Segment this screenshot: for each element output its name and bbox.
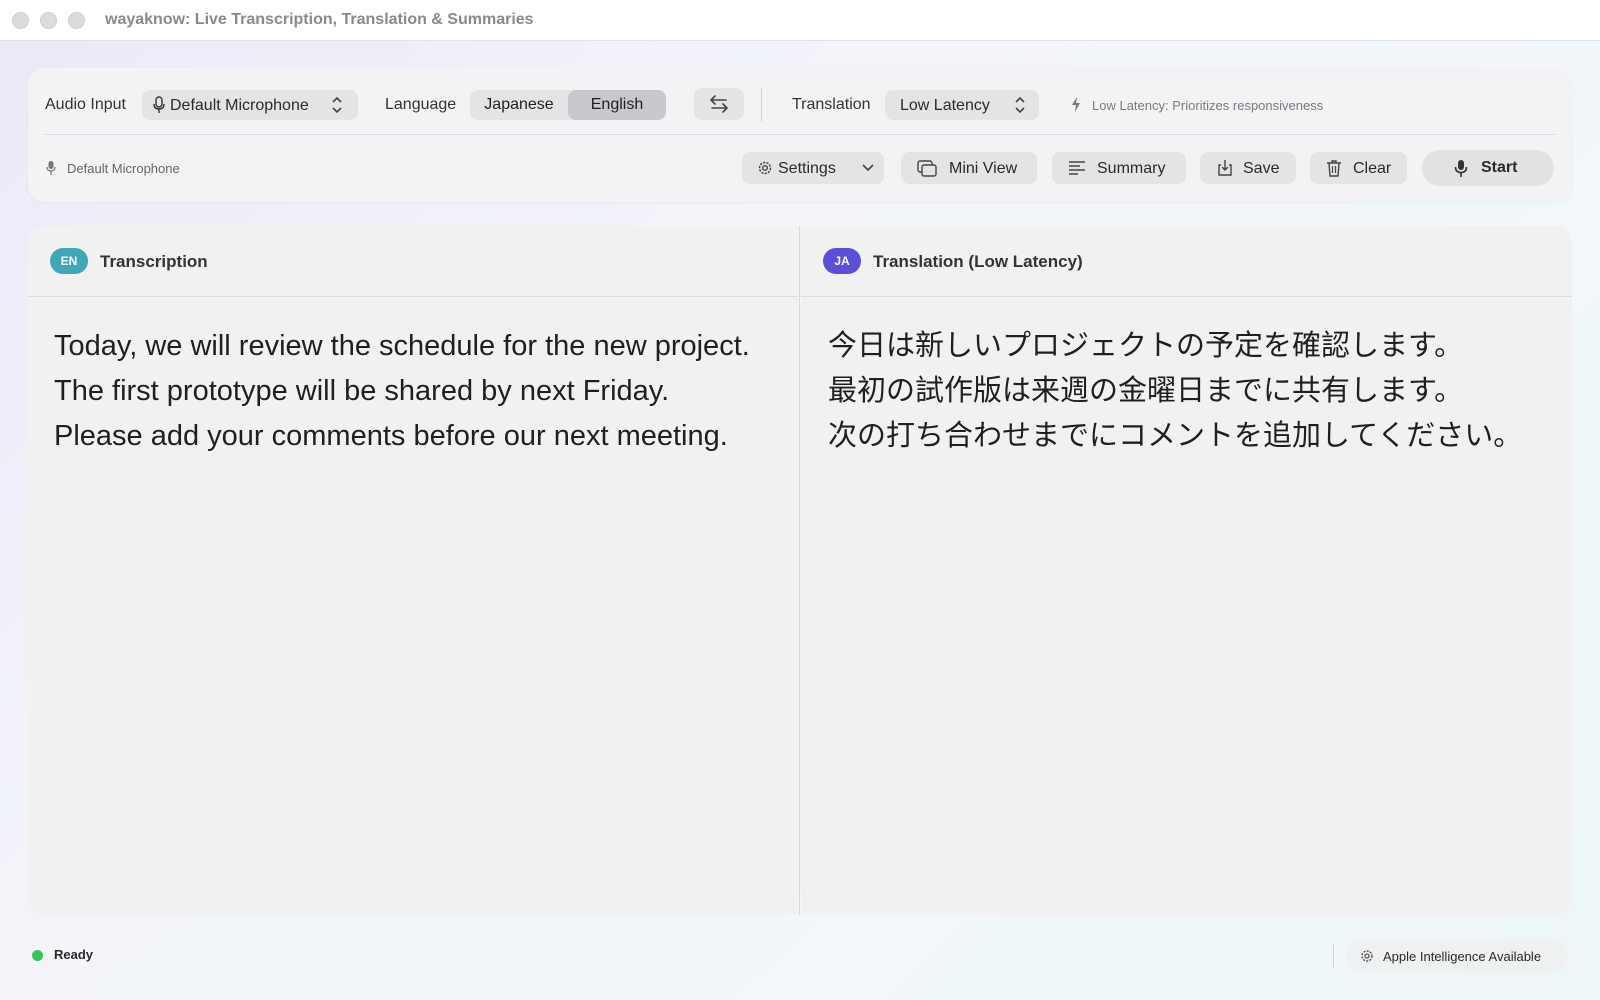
toolbar-row-actions: Default Microphone Settings Mini View Su… xyxy=(28,150,1572,186)
panel-divider[interactable] xyxy=(799,226,800,915)
translation-line: 次の打ち合わせまでにコメントを追加してください。 xyxy=(828,420,1523,452)
audio-input-select[interactable]: Default Microphone xyxy=(142,90,358,120)
settings-button-label: Settings xyxy=(778,160,836,177)
language-badge-en: EN xyxy=(50,248,88,274)
microphone-status-text: Default Microphone xyxy=(67,161,180,176)
control-toolbar: Audio Input Default Microphone Language … xyxy=(28,68,1572,202)
apple-intelligence-text: Apple Intelligence Available xyxy=(1383,949,1542,964)
toolbar-divider xyxy=(44,134,1556,135)
transcription-panel: EN Transcription Today, we will review t… xyxy=(28,226,798,915)
translation-hint-text: Low Latency: Prioritizes responsiveness xyxy=(1092,98,1324,113)
transcript-line: Today, we will review the schedule for t… xyxy=(54,330,750,362)
trash-icon xyxy=(1327,160,1341,177)
translation-header: JA Translation (Low Latency) xyxy=(801,226,1572,297)
language-option-english[interactable]: English xyxy=(568,90,666,120)
microphone-icon xyxy=(1454,160,1468,177)
translation-mode-select[interactable]: Low Latency xyxy=(885,90,1039,120)
lightning-icon xyxy=(1072,97,1080,112)
audio-input-label: Audio Input xyxy=(45,96,126,113)
language-label: Language xyxy=(385,96,457,113)
window-titlebar: wayaknow: Live Transcription, Translatio… xyxy=(0,0,1600,41)
window-zoom-button[interactable] xyxy=(68,12,85,29)
up-down-chevron-icon xyxy=(1015,96,1025,114)
settings-button[interactable]: Settings xyxy=(742,152,884,184)
audio-input-value: Default Microphone xyxy=(170,97,309,114)
summary-button-label: Summary xyxy=(1097,160,1166,177)
clear-button-label: Clear xyxy=(1353,160,1392,177)
microphone-icon xyxy=(153,96,165,113)
transcript-line: The first prototype will be shared by ne… xyxy=(54,375,670,407)
translation-mode-value: Low Latency xyxy=(900,97,990,114)
transcription-header: EN Transcription xyxy=(28,226,798,297)
language-badge-ja: JA xyxy=(823,248,861,274)
window-close-button[interactable] xyxy=(12,12,29,29)
sparkle-icon xyxy=(1361,950,1373,962)
status-separator xyxy=(1333,944,1334,968)
summary-button[interactable]: Summary xyxy=(1052,152,1186,184)
microphone-icon xyxy=(46,161,56,175)
mini-view-button[interactable]: Mini View xyxy=(901,152,1037,184)
window-title: wayaknow: Live Transcription, Translatio… xyxy=(105,11,534,28)
status-text: Ready xyxy=(54,947,94,962)
swap-arrows-icon xyxy=(710,95,728,113)
mini-view-button-label: Mini View xyxy=(949,160,1018,177)
translation-line: 今日は新しいプロジェクトの予定を確認します。 xyxy=(828,330,1464,362)
mini-view-icon xyxy=(917,160,937,177)
language-option-japanese[interactable]: Japanese xyxy=(470,90,568,120)
translation-title: Translation (Low Latency) xyxy=(873,252,1083,271)
window-minimize-button[interactable] xyxy=(40,12,57,29)
toolbar-row-settings: Audio Input Default Microphone Language … xyxy=(28,88,1572,122)
save-button[interactable]: Save xyxy=(1200,152,1296,184)
summary-lines-icon xyxy=(1069,161,1085,175)
transcription-title: Transcription xyxy=(100,252,208,271)
gear-icon xyxy=(758,161,772,175)
chevron-down-icon[interactable] xyxy=(862,163,874,173)
clear-button[interactable]: Clear xyxy=(1310,152,1407,184)
translation-panel: JA Translation (Low Latency) 今日は新しいプロジェク… xyxy=(801,226,1572,915)
translation-line: 最初の試作版は来週の金曜日までに共有します。 xyxy=(828,375,1464,407)
start-button-label: Start xyxy=(1481,159,1518,176)
toolbar-separator xyxy=(761,88,762,122)
save-icon xyxy=(1218,160,1232,176)
apple-intelligence-status[interactable]: Apple Intelligence Available xyxy=(1346,939,1568,973)
save-button-label: Save xyxy=(1243,160,1280,177)
transcription-text[interactable]: Today, we will review the schedule for t… xyxy=(54,324,750,459)
translation-label: Translation xyxy=(792,96,871,113)
translation-text[interactable]: 今日は新しいプロジェクトの予定を確認します。 最初の試作版は来週の金曜日までに共… xyxy=(828,324,1522,459)
status-indicator-dot xyxy=(32,950,43,961)
up-down-chevron-icon xyxy=(332,96,342,114)
start-button[interactable]: Start xyxy=(1422,150,1554,186)
language-segmented-control: Japanese English xyxy=(470,90,666,120)
transcript-line: Please add your comments before our next… xyxy=(54,420,728,452)
swap-languages-button[interactable] xyxy=(694,88,744,120)
